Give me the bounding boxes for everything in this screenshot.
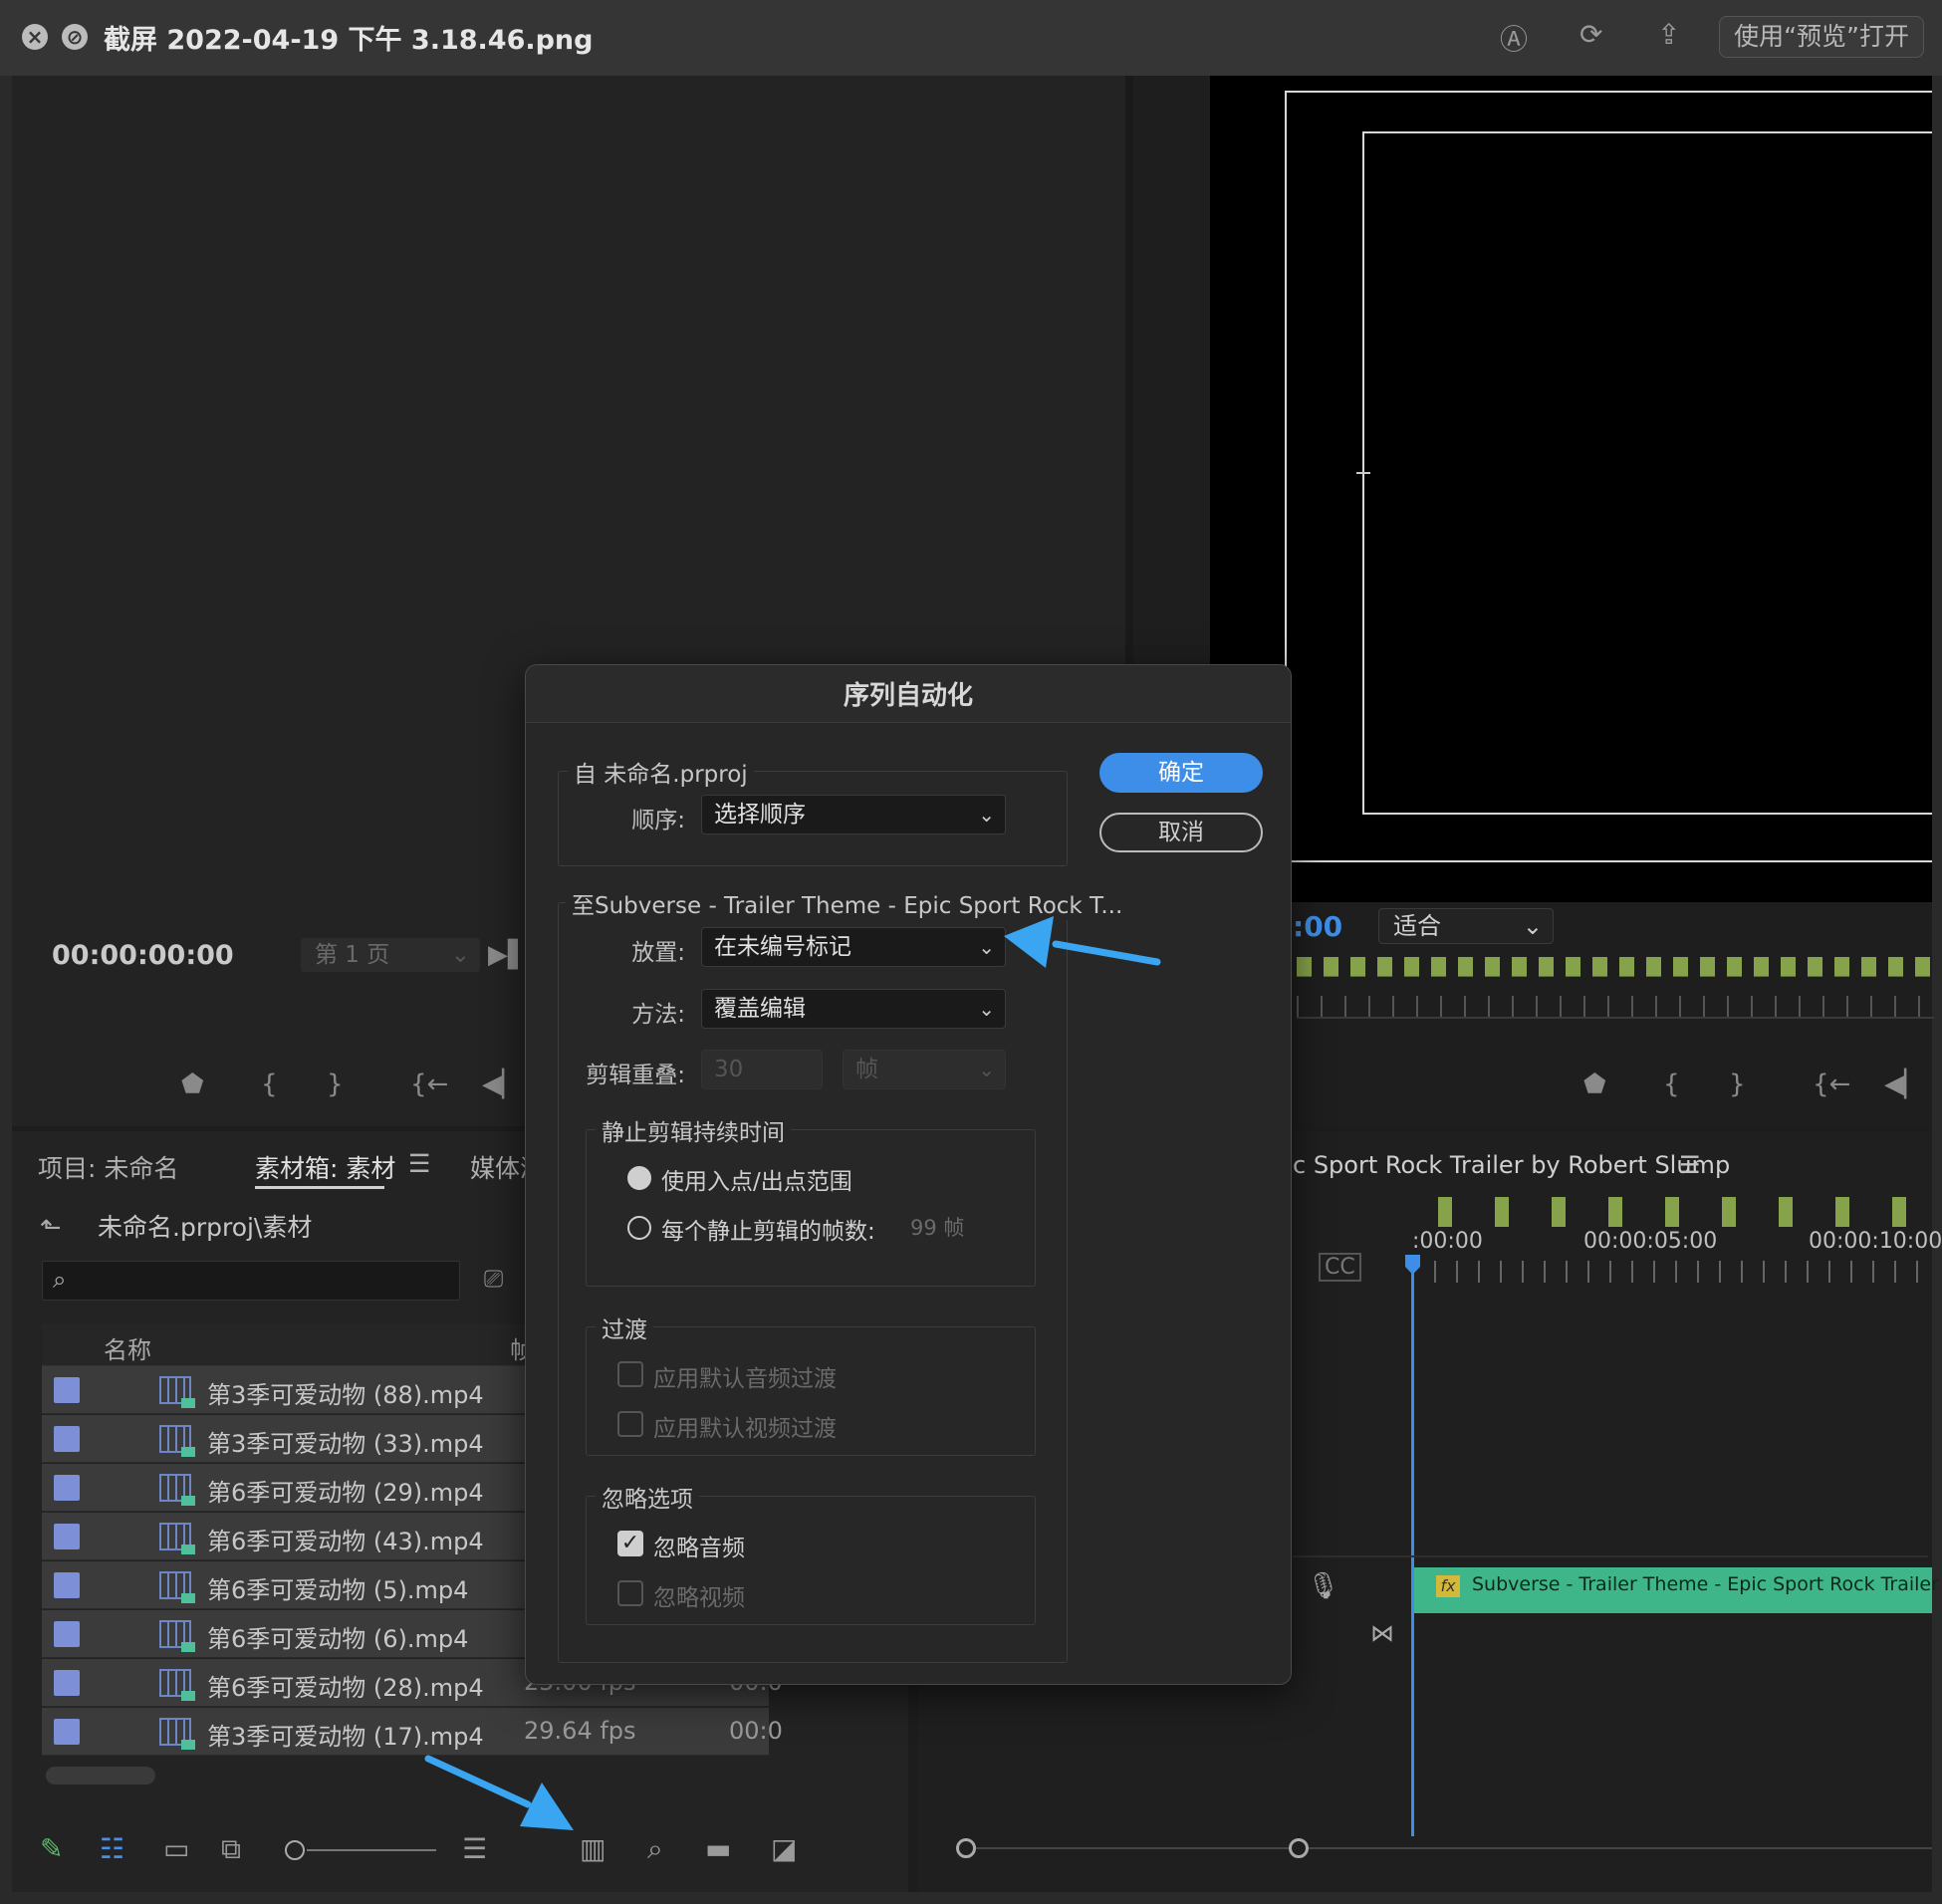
arrow-to-automate-icon <box>424 1755 574 1830</box>
annotation-arrows <box>424 916 1161 1830</box>
arrow-to-placement <box>1004 916 1161 968</box>
